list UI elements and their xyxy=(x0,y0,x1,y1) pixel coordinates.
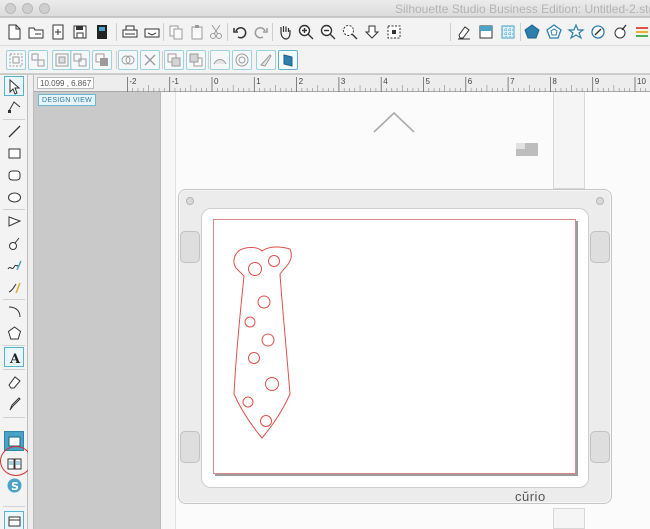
send-backward-icon[interactable] xyxy=(186,50,206,70)
ruler-tick-label: 9 xyxy=(595,77,600,86)
select-arrow-icon[interactable] xyxy=(4,76,24,96)
arrange-front-icon[interactable] xyxy=(92,50,112,70)
ruler-ticks: -2 -1 0 1 2 3 4 5 6 7 8 9 10 xyxy=(127,77,646,92)
compound-path-icon[interactable] xyxy=(52,50,72,70)
ruler-tick-label: 2 xyxy=(299,77,304,86)
lines-panel-icon[interactable] xyxy=(632,22,650,42)
mat-clamp-right-bottom xyxy=(590,431,610,463)
window-title: Silhouette Studio Business Edition: Unti… xyxy=(395,2,650,16)
ruler-tick-label: 7 xyxy=(510,77,515,86)
title-bar: Silhouette Studio Business Edition: Unti… xyxy=(0,0,650,17)
panel-toggle-icon[interactable] xyxy=(4,511,24,529)
close-window-button[interactable] xyxy=(5,3,16,14)
ruler-tick-label: -2 xyxy=(129,77,137,86)
new-document-icon[interactable] xyxy=(4,22,24,42)
pentagon-shape-icon[interactable] xyxy=(522,22,542,42)
edit-points-icon[interactable] xyxy=(4,97,24,117)
save-icon[interactable] xyxy=(70,22,90,42)
delete-icon[interactable] xyxy=(140,50,160,70)
minimize-window-button[interactable] xyxy=(22,3,33,14)
pattern-panel-icon[interactable] xyxy=(498,22,518,42)
cut-scissors-icon[interactable] xyxy=(206,22,226,42)
ruler-tick-label: 6 xyxy=(468,77,473,86)
open-folder-icon[interactable] xyxy=(26,22,46,42)
smooth-freehand-icon[interactable] xyxy=(4,277,24,297)
release-compound-icon[interactable] xyxy=(70,50,90,70)
vertical-ruler xyxy=(28,92,34,529)
open-library-icon[interactable] xyxy=(48,22,68,42)
ellipse-tool-icon[interactable] xyxy=(4,187,24,207)
ruler-tick-label: 1 xyxy=(256,77,261,86)
pan-down-icon[interactable] xyxy=(362,22,382,42)
fill-panel-icon[interactable] xyxy=(476,22,496,42)
ruler-tick-label: 4 xyxy=(383,77,388,86)
bottom-feed-slot xyxy=(553,508,585,529)
zoom-out-icon[interactable] xyxy=(318,22,338,42)
regular-polygon-icon[interactable] xyxy=(4,323,24,343)
ruler-tick-label: 8 xyxy=(552,77,557,86)
eraser-tool-icon[interactable] xyxy=(4,371,24,391)
polygon-tool-icon[interactable] xyxy=(4,211,24,231)
mat-clamp-left-top xyxy=(180,231,200,263)
design-view-label: DESIGN VIEW xyxy=(38,94,96,106)
offset-icon[interactable] xyxy=(232,50,252,70)
curve-tool-icon[interactable] xyxy=(4,233,24,253)
freehand-tool-icon[interactable] xyxy=(4,255,24,275)
zoom-in-icon[interactable] xyxy=(296,22,316,42)
main-toolbar xyxy=(0,18,650,46)
necktie-design[interactable] xyxy=(226,244,298,440)
ruler-tick-label: 5 xyxy=(426,77,431,86)
ruler-tick-label: -1 xyxy=(172,77,180,86)
knife-icon[interactable] xyxy=(256,50,276,70)
copy-icon[interactable] xyxy=(166,22,186,42)
feed-direction-chevron-icon xyxy=(373,111,415,133)
tool-holder-marker-icon xyxy=(516,143,538,156)
star-icon[interactable] xyxy=(566,22,586,42)
print-icon[interactable] xyxy=(120,22,140,42)
bring-forward-icon[interactable] xyxy=(164,50,184,70)
magic-wand-icon[interactable] xyxy=(588,22,608,42)
ruler-tick-label: 3 xyxy=(341,77,346,86)
paste-icon[interactable] xyxy=(187,22,207,42)
horizontal-ruler: -2 -1 0 1 2 3 4 5 6 7 8 9 10 10.099 , 6.867 xyxy=(34,75,650,92)
knife-tool-icon[interactable] xyxy=(4,393,24,413)
save-to-library-icon[interactable] xyxy=(92,22,112,42)
fit-to-page-icon[interactable] xyxy=(384,22,404,42)
pan-hand-icon[interactable] xyxy=(275,22,295,42)
brush-icon[interactable] xyxy=(610,22,630,42)
text-tool-icon[interactable]: A xyxy=(4,347,24,367)
line-tool-icon[interactable] xyxy=(4,121,24,141)
redo-icon[interactable] xyxy=(251,22,271,42)
curio-brand-label: cŭrio xyxy=(515,489,546,504)
replicate-icon[interactable] xyxy=(278,50,298,70)
trace-icon[interactable] xyxy=(210,50,230,70)
weld-icon[interactable] xyxy=(118,50,138,70)
rounded-rectangle-tool-icon[interactable] xyxy=(4,165,24,185)
feed-slot xyxy=(553,92,585,189)
app-window: Silhouette Studio Business Edition: Unti… xyxy=(0,0,650,529)
edit-toolbar xyxy=(0,46,650,74)
mat-clamp-left-bottom xyxy=(180,431,200,463)
cursor-coordinates: 10.099 , 6.867 xyxy=(37,77,95,89)
rectangle-tool-icon[interactable] xyxy=(4,143,24,163)
rounded-pentagon-icon[interactable] xyxy=(544,22,564,42)
send-to-printer-icon[interactable] xyxy=(142,22,162,42)
zoom-select-icon[interactable] xyxy=(340,22,360,42)
mat-clamp-right-top xyxy=(590,231,610,263)
zoom-window-button[interactable] xyxy=(39,3,50,14)
undo-icon[interactable] xyxy=(230,22,250,42)
ruler-tick-label: 10 xyxy=(637,77,646,86)
svg-text:A: A xyxy=(9,352,21,366)
ungroup-icon[interactable] xyxy=(28,50,48,70)
store-icon[interactable]: S xyxy=(4,475,24,495)
ruler-tick-label: 0 xyxy=(214,77,219,86)
eraser-panel-icon[interactable] xyxy=(454,22,474,42)
svg-text:S: S xyxy=(11,480,19,493)
group-icon[interactable] xyxy=(6,50,26,70)
arc-tool-icon[interactable] xyxy=(4,301,24,321)
